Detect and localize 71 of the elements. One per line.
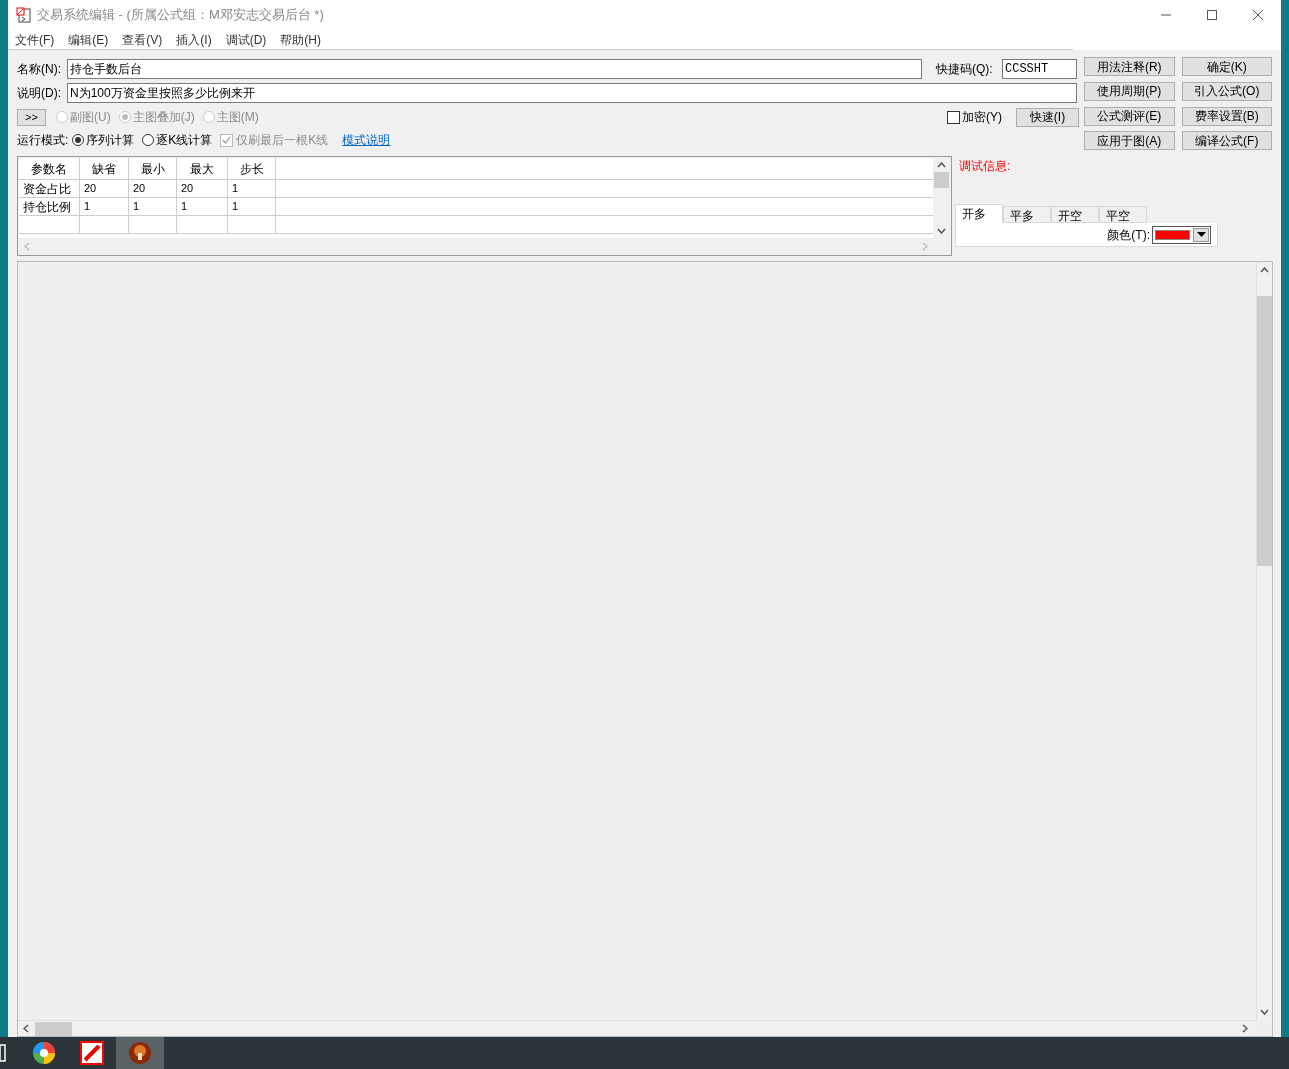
horizontal-scrollbar[interactable] bbox=[18, 1020, 1256, 1036]
field-label: 说明(D): bbox=[17, 85, 62, 102]
caret-icon bbox=[1196, 232, 1206, 237]
scroll-thumb[interactable] bbox=[35, 1021, 72, 1036]
scroll-thumb[interactable] bbox=[934, 172, 949, 188]
pen-icon bbox=[80, 1041, 104, 1065]
orb-icon bbox=[128, 1041, 152, 1065]
text-field[interactable]: N为100万资金里按照多少比例来开 bbox=[67, 83, 1077, 103]
dialog-button[interactable]: 确定(K) bbox=[1181, 57, 1272, 76]
radio-label: 主图(M) bbox=[216, 109, 259, 126]
field-label: 颜色(T): bbox=[1107, 226, 1150, 244]
menu-item[interactable]: 文件(F) bbox=[13, 30, 57, 49]
column-header[interactable]: 最小 bbox=[129, 158, 177, 179]
dialog-button[interactable]: 使用周期(P) bbox=[1084, 81, 1175, 101]
radio-label: 序列计算 bbox=[86, 132, 135, 149]
tab[interactable]: 平空 bbox=[1099, 206, 1147, 223]
menu-item[interactable]: 查看(V) bbox=[120, 30, 165, 49]
table-cell: 资金占比 bbox=[19, 180, 80, 197]
close-icon bbox=[1252, 9, 1264, 21]
menu-item[interactable]: 帮助(H) bbox=[278, 30, 323, 49]
dialog-button[interactable]: 公式测评(E) bbox=[1084, 106, 1175, 126]
dialog-button[interactable]: 费率设置(B) bbox=[1181, 106, 1272, 126]
document-icon bbox=[0, 1043, 6, 1063]
dialog-button[interactable]: 用法注释(R) bbox=[1084, 57, 1175, 76]
maximize-icon bbox=[1206, 9, 1218, 21]
radio-label: 主图叠加(J) bbox=[132, 109, 195, 126]
column-header[interactable]: 步长 bbox=[228, 158, 276, 179]
field-label: 快捷码(Q): bbox=[936, 61, 994, 78]
checkbox[interactable] bbox=[947, 110, 960, 124]
radio-label: 副图(U) bbox=[70, 109, 111, 126]
column-header[interactable]: 缺省 bbox=[80, 158, 129, 179]
table-cell: 1 bbox=[129, 198, 177, 215]
menu-item[interactable]: 插入(I) bbox=[174, 30, 214, 49]
checkbox-label: 仅刷最后一根K线 bbox=[236, 132, 329, 149]
dialog-button[interactable]: 编译公式(F) bbox=[1181, 131, 1272, 151]
tab[interactable]: 开多 bbox=[955, 204, 1003, 223]
column-header[interactable]: 参数名 bbox=[19, 158, 80, 179]
table-cell: 1 bbox=[80, 198, 129, 215]
window-title: 交易系统编辑 - (所属公式组：M邓安志交易后台 *) bbox=[37, 6, 324, 25]
table-cell: 持仓比例 bbox=[19, 198, 80, 215]
scroll-thumb[interactable] bbox=[1257, 296, 1272, 566]
menu-item[interactable]: 调试(D) bbox=[223, 30, 269, 49]
color-wheel-icon bbox=[32, 1041, 56, 1065]
app-icon bbox=[16, 7, 32, 23]
debug-label: 调试信息: bbox=[959, 158, 1012, 175]
vertical-scrollbar[interactable] bbox=[1256, 262, 1272, 1020]
tab[interactable]: 平多 bbox=[1003, 206, 1051, 223]
menu-item[interactable]: 编辑(E) bbox=[66, 30, 111, 49]
table-cell: 1 bbox=[177, 198, 228, 215]
text-field[interactable]: CCSSHT bbox=[1002, 59, 1077, 79]
column-header[interactable]: 最大 bbox=[177, 158, 228, 179]
radio-button[interactable] bbox=[72, 134, 85, 146]
table-cell: 20 bbox=[177, 180, 228, 197]
tab[interactable]: 开空 bbox=[1051, 206, 1099, 223]
radio-label: 逐K线计算 bbox=[156, 132, 213, 149]
check-icon bbox=[222, 135, 232, 145]
checkbox-label: 加密(Y) bbox=[962, 109, 1002, 126]
expand-button[interactable]: >> bbox=[17, 108, 46, 126]
color-dropdown[interactable] bbox=[1152, 225, 1211, 244]
text-field[interactable]: 持仓手数后台 bbox=[67, 59, 922, 79]
field-label: 名称(N): bbox=[17, 61, 62, 78]
mode-link[interactable]: 模式说明 bbox=[342, 131, 391, 149]
table-cell: 1 bbox=[228, 180, 276, 197]
radio-button[interactable] bbox=[142, 134, 155, 146]
dialog-button[interactable]: 引入公式(O) bbox=[1181, 81, 1272, 101]
field-label: 运行模式: bbox=[17, 132, 69, 149]
table-cell: 20 bbox=[129, 180, 177, 197]
dialog-button[interactable]: 应用于图(A) bbox=[1084, 131, 1175, 151]
table-cell: 1 bbox=[228, 198, 276, 215]
table-cell: 20 bbox=[80, 180, 129, 197]
fast-button[interactable]: 快速(I) bbox=[1016, 107, 1079, 127]
